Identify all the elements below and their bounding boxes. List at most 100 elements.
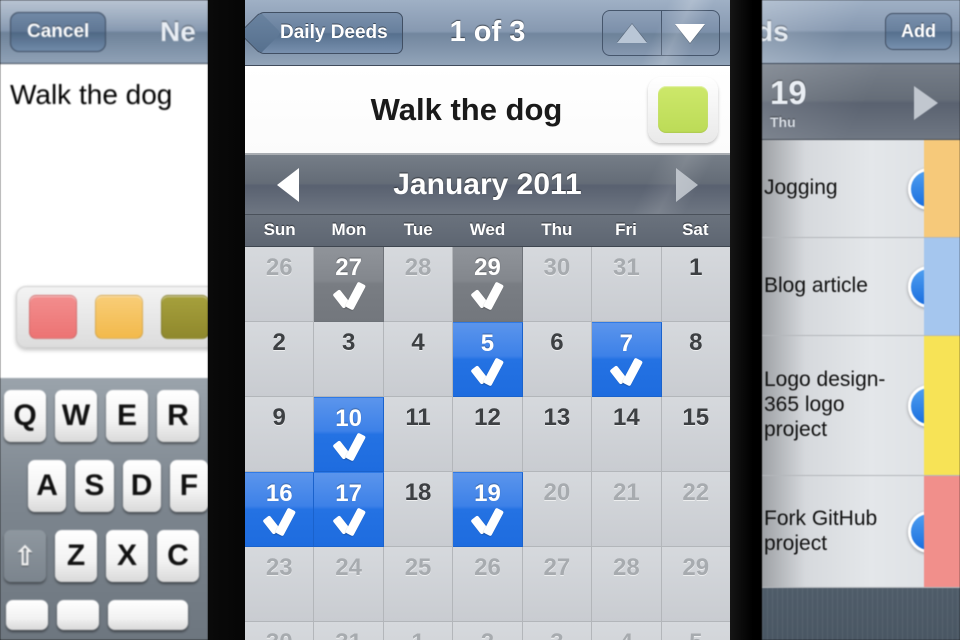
calendar-day-cell[interactable]: 26 <box>245 247 315 322</box>
calendar-day-cell[interactable]: 30 <box>522 247 593 322</box>
calendar-day-cell[interactable]: 2 <box>453 622 523 640</box>
calendar-day-cell[interactable]: 17 <box>314 472 384 547</box>
calendar-day-cell[interactable]: 24 <box>314 547 384 622</box>
calendar-day-cell[interactable]: 4 <box>383 322 454 397</box>
task-color-button[interactable] <box>648 76 718 143</box>
calendar-day-cell[interactable]: 28 <box>592 547 662 622</box>
prev-next-task-stepper[interactable] <box>602 10 720 56</box>
key-q[interactable]: Q <box>4 390 46 442</box>
calendar-day-cell[interactable]: 26 <box>453 547 523 622</box>
calendar-day-cell[interactable]: 15 <box>661 397 730 472</box>
key-space[interactable] <box>108 600 188 630</box>
task-name-field[interactable]: Walk the dog <box>0 65 208 125</box>
calendar-day-cell[interactable]: 28 <box>383 247 454 322</box>
calendar-day-number: 26 <box>474 554 501 581</box>
calendar-day-cell[interactable]: 30 <box>245 622 315 640</box>
calendar-day-cell[interactable]: 29 <box>661 547 730 622</box>
calendar-day-cell[interactable]: 31 <box>314 622 384 640</box>
calendar-day-cell[interactable]: 20 <box>522 472 593 547</box>
calendar-day-cell[interactable]: 27 <box>522 547 593 622</box>
key-globe[interactable] <box>57 600 99 630</box>
onscreen-keyboard[interactable]: Q W E R A S D F ⇧ Z X C <box>0 378 208 640</box>
calendar-grid: 26 27 28 29 30 31 1 2 3 4 5 6 7 8 9 10 11 12 13 14 15 16 17 18 1… <box>245 247 730 640</box>
calendar-day-cell[interactable]: 22 <box>661 472 730 547</box>
calendar-week-row: 26 27 28 29 30 31 1 <box>245 247 730 322</box>
calendar-day-cell[interactable]: 1 <box>383 622 454 640</box>
previous-task-button[interactable] <box>603 11 661 55</box>
calendar-day-number: 26 <box>265 254 293 281</box>
calendar-day-cell[interactable]: 7 <box>592 322 662 397</box>
calendar-day-cell[interactable]: 11 <box>383 397 454 472</box>
keyboard-row-4 <box>0 582 208 630</box>
key-f[interactable]: F <box>169 460 208 512</box>
calendar-day-cell[interactable]: 31 <box>592 247 662 322</box>
key-z[interactable]: Z <box>55 530 97 582</box>
task-name-value: Walk the dog <box>10 79 173 110</box>
color-picker-bar[interactable] <box>16 286 208 348</box>
calendar-day-cell[interactable]: 9 <box>245 397 315 472</box>
key-x[interactable]: X <box>106 530 148 582</box>
color-swatch-orange[interactable] <box>95 295 143 339</box>
list-item[interactable]: Fork GitHub project› <box>762 476 960 588</box>
calendar-day-cell[interactable]: 19 <box>453 472 523 547</box>
calendar-day-cell[interactable]: 6 <box>522 322 593 397</box>
date-day-number: 19 <box>770 74 807 111</box>
key-s[interactable]: S <box>75 460 114 512</box>
add-button[interactable]: Add <box>885 13 952 50</box>
calendar-month-bar: January 2011 <box>245 155 730 215</box>
calendar-day-cell[interactable]: 27 <box>314 247 384 322</box>
triangle-left-icon[interactable] <box>277 167 299 202</box>
keyboard-row-3: ⇧ Z X C <box>0 512 208 582</box>
calendar-day-number: 9 <box>272 404 286 431</box>
cancel-button[interactable]: Cancel <box>10 11 107 52</box>
calendar-day-number: 21 <box>612 479 640 506</box>
calendar-day-cell[interactable]: 29 <box>453 247 523 322</box>
calendar-day-cell[interactable]: 12 <box>453 397 523 472</box>
calendar-day-cell[interactable]: 2 <box>245 322 315 397</box>
calendar-day-number: 4 <box>411 329 425 356</box>
next-task-button[interactable] <box>660 11 720 55</box>
task-title: Walk the dog <box>370 91 563 127</box>
calendar-day-cell[interactable]: 10 <box>314 397 384 472</box>
calendar-day-cell[interactable]: 3 <box>314 322 384 397</box>
list-item[interactable]: Logo design- 365 logo project› <box>762 336 960 476</box>
calendar-day-cell[interactable]: 5 <box>453 322 523 397</box>
calendar-day-cell[interactable]: 23 <box>245 547 315 622</box>
calendar-day-cell[interactable]: 16 <box>245 472 315 547</box>
calendar-day-cell[interactable]: 5 <box>661 622 730 640</box>
calendar-day-cell[interactable]: 14 <box>592 397 662 472</box>
calendar-day-number: 7 <box>619 330 633 357</box>
key-d[interactable]: D <box>122 460 161 512</box>
key-numbers[interactable] <box>6 600 48 630</box>
list-item[interactable]: Blog article› <box>762 238 960 336</box>
color-swatch-salmon[interactable] <box>29 295 77 339</box>
calendar-day-number: 2 <box>272 329 286 356</box>
calendar-day-number: 29 <box>474 254 501 281</box>
calendar-day-number: 5 <box>689 629 702 640</box>
color-swatch-olive[interactable] <box>161 295 208 339</box>
triangle-right-icon[interactable] <box>914 86 938 120</box>
calendar-day-number: 3 <box>341 329 356 356</box>
key-e[interactable]: E <box>106 390 148 442</box>
triangle-right-icon[interactable] <box>676 167 698 202</box>
calendar-week-row: 23 24 25 26 27 28 29 <box>245 547 730 622</box>
calendar-week-row: 9 10 11 12 13 14 15 <box>245 397 730 472</box>
key-w[interactable]: W <box>55 390 97 442</box>
key-a[interactable]: A <box>28 460 67 512</box>
calendar-day-cell[interactable]: 21 <box>592 472 662 547</box>
calendar-day-cell[interactable]: 13 <box>522 397 593 472</box>
list-item-label: Jogging <box>764 176 838 200</box>
calendar-day-cell[interactable]: 4 <box>592 622 662 640</box>
calendar-day-cell[interactable]: 18 <box>383 472 454 547</box>
shift-key[interactable]: ⇧ <box>4 530 46 582</box>
calendar-day-cell[interactable]: 25 <box>383 547 454 622</box>
calendar-day-cell[interactable]: 8 <box>661 322 730 397</box>
triangle-down-icon <box>675 23 706 43</box>
calendar-day-cell[interactable]: 3 <box>522 622 593 640</box>
key-c[interactable]: C <box>157 530 199 582</box>
key-r[interactable]: R <box>157 390 199 442</box>
list-item[interactable]: Jogging› <box>762 140 960 238</box>
calendar-day-number: 12 <box>474 404 501 431</box>
calendar-day-cell[interactable]: 1 <box>661 247 730 322</box>
calendar-day-number: 1 <box>411 629 424 640</box>
